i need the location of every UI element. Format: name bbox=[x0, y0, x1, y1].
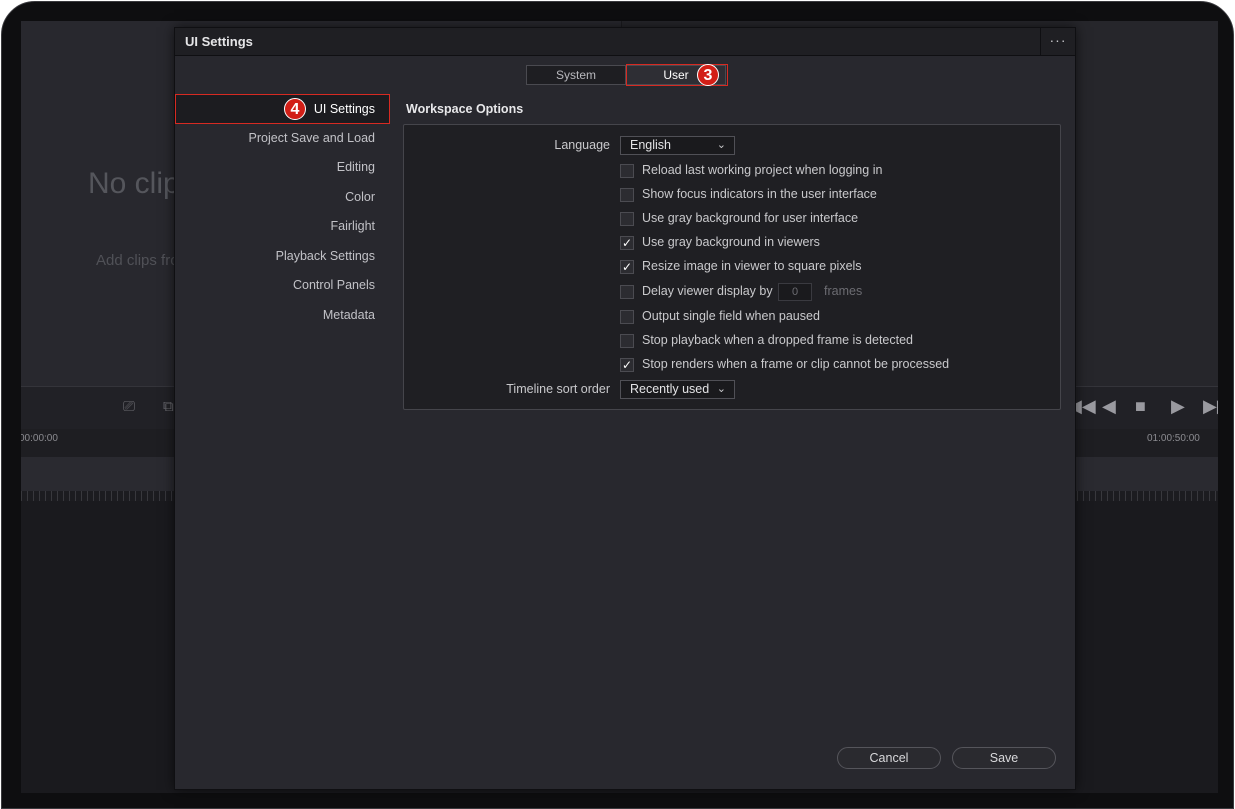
delay-frames-input[interactable]: 0 bbox=[778, 283, 812, 301]
timecode-end: 01:00:50:00 bbox=[1147, 433, 1200, 444]
checkmark-icon: ✓ bbox=[621, 358, 633, 372]
checkbox-stop-renders[interactable]: ✓ bbox=[620, 358, 634, 372]
checkbox-gray-ui-background[interactable] bbox=[620, 212, 634, 226]
checkbox-square-pixels[interactable]: ✓ bbox=[620, 260, 634, 274]
option-label: Use gray background for user interface bbox=[642, 211, 859, 225]
sidebar-item-ui-settings[interactable]: UI Settings bbox=[175, 94, 390, 124]
option-label: Stop renders when a frame or clip cannot… bbox=[642, 357, 950, 371]
checkbox-stop-on-dropped-frame[interactable] bbox=[620, 334, 634, 348]
option-label: Delay viewer display by bbox=[642, 284, 773, 298]
option-label: Stop playback when a dropped frame is de… bbox=[642, 333, 914, 347]
annotation-badge-3: 3 bbox=[697, 64, 719, 86]
save-button[interactable]: Save bbox=[952, 747, 1056, 769]
checkmark-icon: ✓ bbox=[621, 260, 633, 274]
clip-icon[interactable]: ⧉ bbox=[163, 398, 174, 415]
checkbox-single-field[interactable] bbox=[620, 310, 634, 324]
sidebar-item-editing[interactable]: Editing bbox=[175, 153, 389, 183]
sort-order-value: Recently used bbox=[630, 382, 710, 396]
chevron-down-icon: ⌄ bbox=[716, 139, 726, 151]
settings-sidebar: UI Settings Project Save and Load Editin… bbox=[175, 94, 390, 331]
sort-order-label: Timeline sort order bbox=[506, 382, 610, 396]
checkbox-delay-viewer[interactable] bbox=[620, 285, 634, 299]
stop-icon[interactable]: ■ bbox=[1135, 396, 1146, 417]
play-icon[interactable]: ▶ bbox=[1171, 396, 1185, 417]
language-label: Language bbox=[554, 138, 610, 152]
cancel-button[interactable]: Cancel bbox=[837, 747, 941, 769]
option-label: Show focus indicators in the user interf… bbox=[642, 187, 877, 201]
sidebar-item-playback-settings[interactable]: Playback Settings bbox=[175, 242, 389, 272]
play-reverse-icon[interactable]: ◀ bbox=[1102, 396, 1116, 417]
dialog-titlebar: UI Settings ··· bbox=[175, 28, 1075, 56]
ui-settings-dialog: UI Settings ··· System User 3 UI Setting… bbox=[174, 27, 1076, 790]
tab-system[interactable]: System bbox=[526, 65, 626, 85]
sort-order-dropdown[interactable]: Recently used ⌄ bbox=[620, 380, 735, 399]
go-last-icon[interactable]: ▶▶ bbox=[1203, 396, 1218, 417]
checkbox-reload-last-project[interactable] bbox=[620, 164, 634, 178]
sidebar-item-color[interactable]: Color bbox=[175, 183, 389, 213]
language-dropdown[interactable]: English ⌄ bbox=[620, 136, 735, 155]
checkbox-focus-indicators[interactable] bbox=[620, 188, 634, 202]
option-label: Reload last working project when logging… bbox=[642, 163, 883, 177]
option-label: Output single field when paused bbox=[642, 309, 820, 323]
more-options-icon[interactable]: ··· bbox=[1040, 28, 1075, 55]
monitor-icon[interactable]: ⎚ bbox=[123, 398, 135, 415]
language-value: English bbox=[630, 138, 671, 152]
dialog-title: UI Settings bbox=[185, 34, 253, 49]
sidebar-item-metadata[interactable]: Metadata bbox=[175, 301, 389, 331]
chevron-down-icon: ⌄ bbox=[716, 383, 726, 395]
option-label: Resize image in viewer to square pixels bbox=[642, 259, 862, 273]
no-clip-text: No clip bbox=[88, 167, 180, 200]
add-clips-text: Add clips fro bbox=[96, 252, 179, 269]
sidebar-item-project-save-and-load[interactable]: Project Save and Load bbox=[175, 124, 389, 154]
timecode-start: 00:00:00 bbox=[21, 433, 58, 444]
sidebar-item-control-panels[interactable]: Control Panels bbox=[175, 271, 389, 301]
checkmark-icon: ✓ bbox=[621, 236, 633, 250]
frames-unit-label: frames bbox=[824, 284, 863, 298]
sidebar-item-fairlight[interactable]: Fairlight bbox=[175, 212, 389, 242]
section-title: Workspace Options bbox=[406, 102, 524, 116]
option-label: Use gray background in viewers bbox=[642, 235, 820, 249]
checkbox-gray-viewer-background[interactable]: ✓ bbox=[620, 236, 634, 250]
annotation-badge-4: 4 bbox=[284, 98, 306, 120]
